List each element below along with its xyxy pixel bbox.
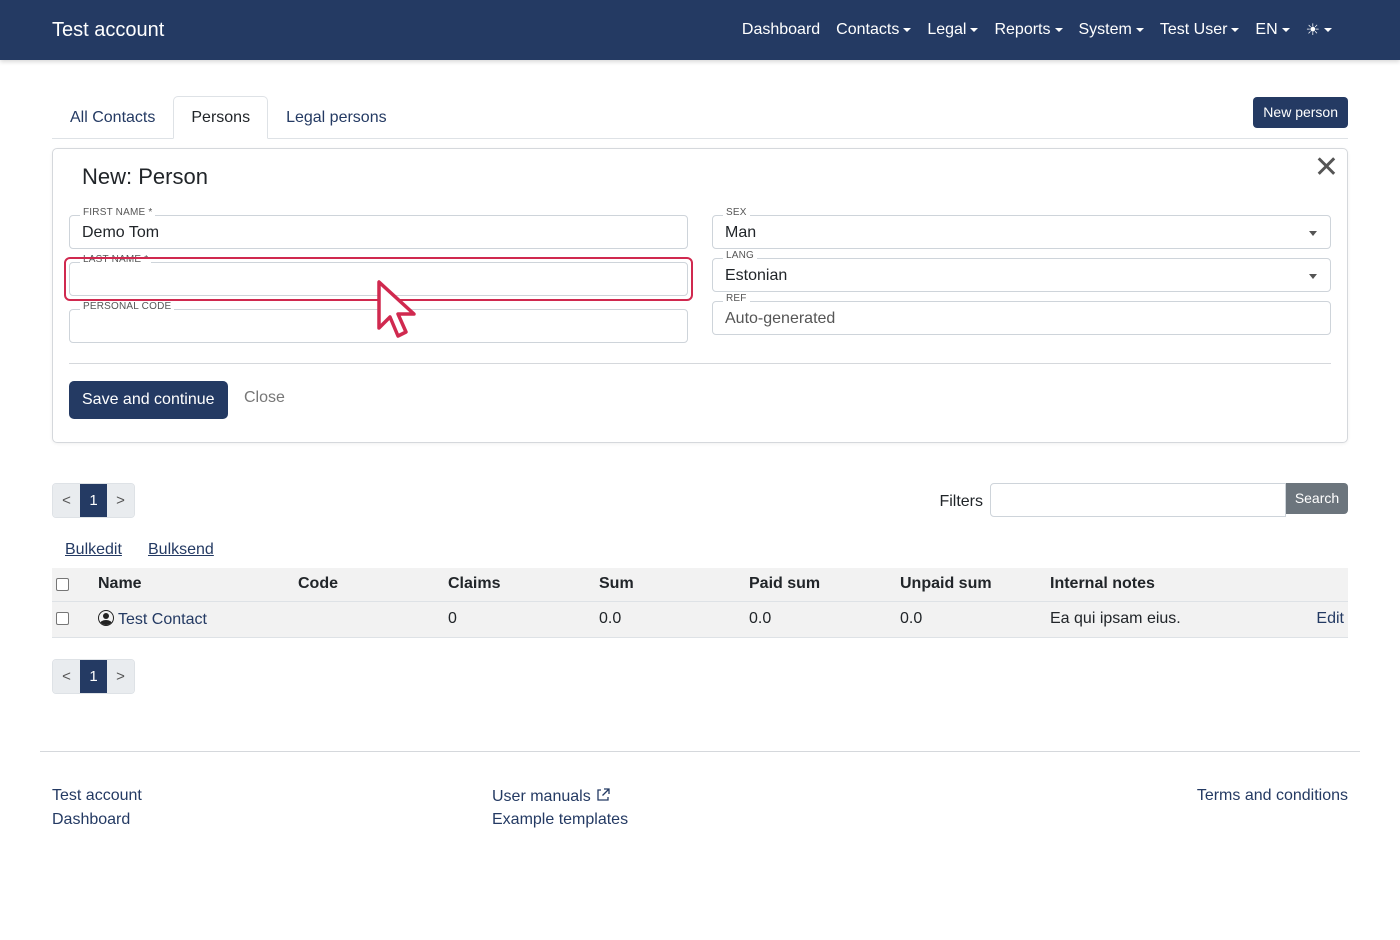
nav-reports[interactable]: Reports [986,21,1070,39]
sum-cell: 0.0 [595,601,745,638]
chevron-down-icon [903,28,912,32]
edit-link[interactable]: Edit [1316,610,1344,627]
nav-legal[interactable]: Legal [919,21,986,39]
contacts-table: Name Code Claims Sum Paid sum Unpaid sum… [52,568,1348,638]
pagination-bottom: < 1 > [52,659,135,694]
close-button[interactable]: Close [244,389,285,407]
form-title: New: Person [82,164,208,189]
ref-placeholder: Auto-generated [725,310,836,327]
chevron-down-icon [1309,274,1317,279]
sun-icon: ☀ [1305,22,1320,39]
new-person-button[interactable]: New person [1253,97,1348,128]
top-navbar: Test account Dashboard Contacts Legal Re… [0,0,1400,60]
lang-value: Estonian [725,267,788,284]
name-cell: Test Contact [94,601,294,638]
new-person-form: New: Person ✕ FIRST NAME * Demo Tom LAST… [52,148,1348,443]
code-cell [294,601,444,638]
footer-terms-link[interactable]: Terms and conditions [1197,787,1348,805]
tab-persons[interactable]: Persons [173,96,269,139]
lang-select[interactable]: LANG Estonian [712,250,1331,292]
sex-value: Man [725,224,757,241]
current-page-button[interactable]: 1 [80,660,107,693]
tab-all-contacts[interactable]: All Contacts [52,96,173,138]
form-divider [69,363,1331,364]
sex-select[interactable]: SEX Man [712,207,1331,249]
chevron-down-icon [1281,28,1290,32]
col-actions [1246,568,1348,602]
ref-label: REF [723,293,750,304]
prev-page-button[interactable]: < [53,484,80,517]
nav-contacts[interactable]: Contacts [828,21,919,39]
nav-language[interactable]: EN [1247,21,1297,39]
ref-field[interactable]: REF Auto-generated [712,293,1331,335]
person-icon [98,609,114,626]
footer-example-templates-link[interactable]: Example templates [492,811,628,829]
chevron-down-icon [1054,28,1063,32]
next-page-button[interactable]: > [107,660,134,693]
prev-page-button[interactable]: < [53,660,80,693]
main-content: All Contacts Persons Legal persons New p… [52,96,1348,694]
save-and-continue-button[interactable]: Save and continue [69,381,228,419]
paid-sum-cell: 0.0 [745,601,896,638]
tab-legal-persons[interactable]: Legal persons [268,96,405,138]
close-icon[interactable]: ✕ [1314,153,1339,183]
select-all-cell [52,568,94,602]
pagination-top: < 1 > [52,483,135,518]
claims-cell: 0 [444,601,595,638]
col-name[interactable]: Name [94,568,294,602]
chevron-down-icon [1309,231,1317,236]
bulkedit-link[interactable]: Bulkedit [65,541,122,559]
col-unpaid-sum[interactable]: Unpaid sum [896,568,1046,602]
nav-system[interactable]: System [1071,21,1152,39]
chevron-down-icon [1231,28,1240,32]
col-sum[interactable]: Sum [595,568,745,602]
bulksend-link[interactable]: Bulksend [148,541,214,559]
table-row: Test Contact 0 0.0 0.0 0.0 Ea qui ipsam … [52,601,1348,638]
external-link-icon [597,788,610,801]
filters-input[interactable] [990,483,1286,517]
current-page-button[interactable]: 1 [80,484,107,517]
row-checkbox[interactable] [56,612,69,626]
actions-cell: Edit [1246,601,1348,638]
col-code[interactable]: Code [294,568,444,602]
col-paid-sum[interactable]: Paid sum [745,568,896,602]
next-page-button[interactable]: > [107,484,134,517]
chevron-down-icon [970,28,979,32]
unpaid-sum-cell: 0.0 [896,601,1046,638]
internal-notes-cell: Ea qui ipsam eius. [1046,601,1246,638]
contact-name-link[interactable]: Test Contact [118,611,207,628]
contact-tabs: All Contacts Persons Legal persons New p… [52,96,1348,139]
footer-user-manuals-link[interactable]: User manuals [492,787,611,806]
footer-dashboard-link[interactable]: Dashboard [52,811,130,829]
first-name-label: FIRST NAME * [80,207,156,218]
chevron-down-icon [1135,28,1144,32]
brand-title[interactable]: Test account [52,19,164,42]
theme-toggle[interactable]: ☀ [1298,20,1340,40]
personal-code-label: PERSONAL CODE [80,301,175,312]
sex-label: SEX [723,207,750,218]
nav-user-menu[interactable]: Test User [1152,21,1248,39]
first-name-value: Demo Tom [82,224,160,241]
nav-menu: Dashboard Contacts Legal Reports System … [734,20,1340,40]
lang-label: LANG [723,250,758,261]
filters-label: Filters [939,493,983,510]
search-button[interactable]: Search [1286,483,1348,514]
footer-divider [40,751,1360,752]
mouse-cursor-icon [377,280,416,338]
col-claims[interactable]: Claims [444,568,595,602]
table-header-row: Name Code Claims Sum Paid sum Unpaid sum… [52,568,1348,602]
col-internal-notes[interactable]: Internal notes [1046,568,1246,602]
nav-dashboard[interactable]: Dashboard [734,21,828,39]
footer-test-account-link[interactable]: Test account [52,787,142,805]
first-name-field[interactable]: FIRST NAME * Demo Tom [69,207,688,249]
select-all-checkbox[interactable] [56,577,69,591]
chevron-down-icon [1324,28,1332,32]
row-select-cell [52,601,94,638]
